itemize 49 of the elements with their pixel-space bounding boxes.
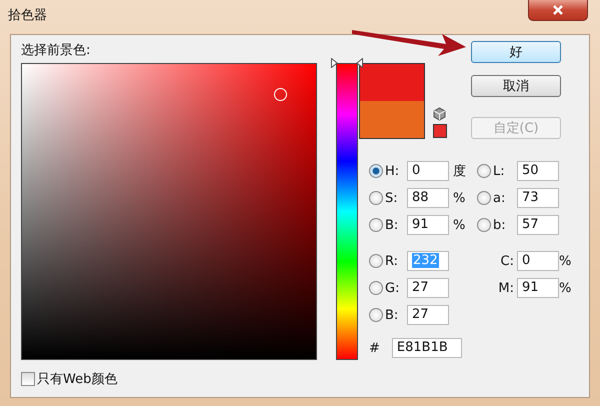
hex-field[interactable]: E81B1B	[392, 338, 462, 358]
close-icon	[552, 5, 564, 15]
unit-label: %	[559, 280, 572, 296]
input-field[interactable]: 88	[407, 188, 449, 208]
input-field[interactable]: 91	[517, 278, 559, 298]
hex-label: #	[369, 340, 380, 356]
input-field[interactable]: 0	[407, 161, 449, 181]
field-label: S:	[385, 190, 399, 206]
radio-button[interactable]	[369, 191, 383, 205]
ok-button[interactable]: 好	[471, 41, 561, 63]
window-title: 拾色器	[8, 7, 47, 24]
radio-button[interactable]	[369, 164, 383, 178]
input-field[interactable]: 27	[407, 305, 449, 325]
radio-button[interactable]	[477, 164, 491, 178]
field-label: L:	[493, 164, 506, 178]
radio-button[interactable]	[369, 308, 383, 322]
input-field[interactable]: 57	[517, 215, 559, 235]
unit-label: %	[452, 190, 466, 206]
checkbox-label: 只有Web颜色	[37, 371, 118, 388]
unit-label: %	[452, 218, 466, 232]
radio-button[interactable]	[369, 281, 383, 295]
radio-button[interactable]	[477, 191, 491, 205]
input-field[interactable]: 73	[517, 188, 559, 208]
input-field[interactable]: 91	[407, 215, 449, 235]
field-label: M:	[497, 280, 515, 296]
cube-icon[interactable]	[433, 107, 446, 121]
input-field[interactable]: 0	[517, 251, 559, 271]
color-marker[interactable]	[274, 88, 287, 101]
field-label: H:	[385, 164, 400, 178]
field-label: G:	[385, 280, 400, 296]
radio-button[interactable]	[477, 218, 491, 232]
field-label: b:	[493, 218, 507, 232]
field-label: a:	[493, 190, 506, 206]
input-field[interactable]: 27	[407, 278, 449, 298]
field-label: B:	[385, 218, 400, 232]
picker-label: 选择前景色:	[21, 42, 92, 60]
color-field[interactable]	[21, 63, 317, 360]
unit-label: %	[559, 254, 572, 268]
field-label: C:	[500, 254, 515, 268]
checkbox[interactable]	[21, 372, 35, 386]
field-label: B:	[385, 308, 400, 322]
close-button[interactable]	[528, 0, 588, 21]
cancel-button[interactable]: 取消	[471, 75, 561, 97]
radio-button[interactable]	[369, 218, 383, 232]
field-label: R:	[385, 254, 400, 268]
input-field[interactable]: 50	[517, 161, 559, 181]
radio-button[interactable]	[369, 254, 383, 268]
unit-label: 度	[452, 163, 467, 180]
gamut-swatch[interactable]	[433, 124, 447, 138]
